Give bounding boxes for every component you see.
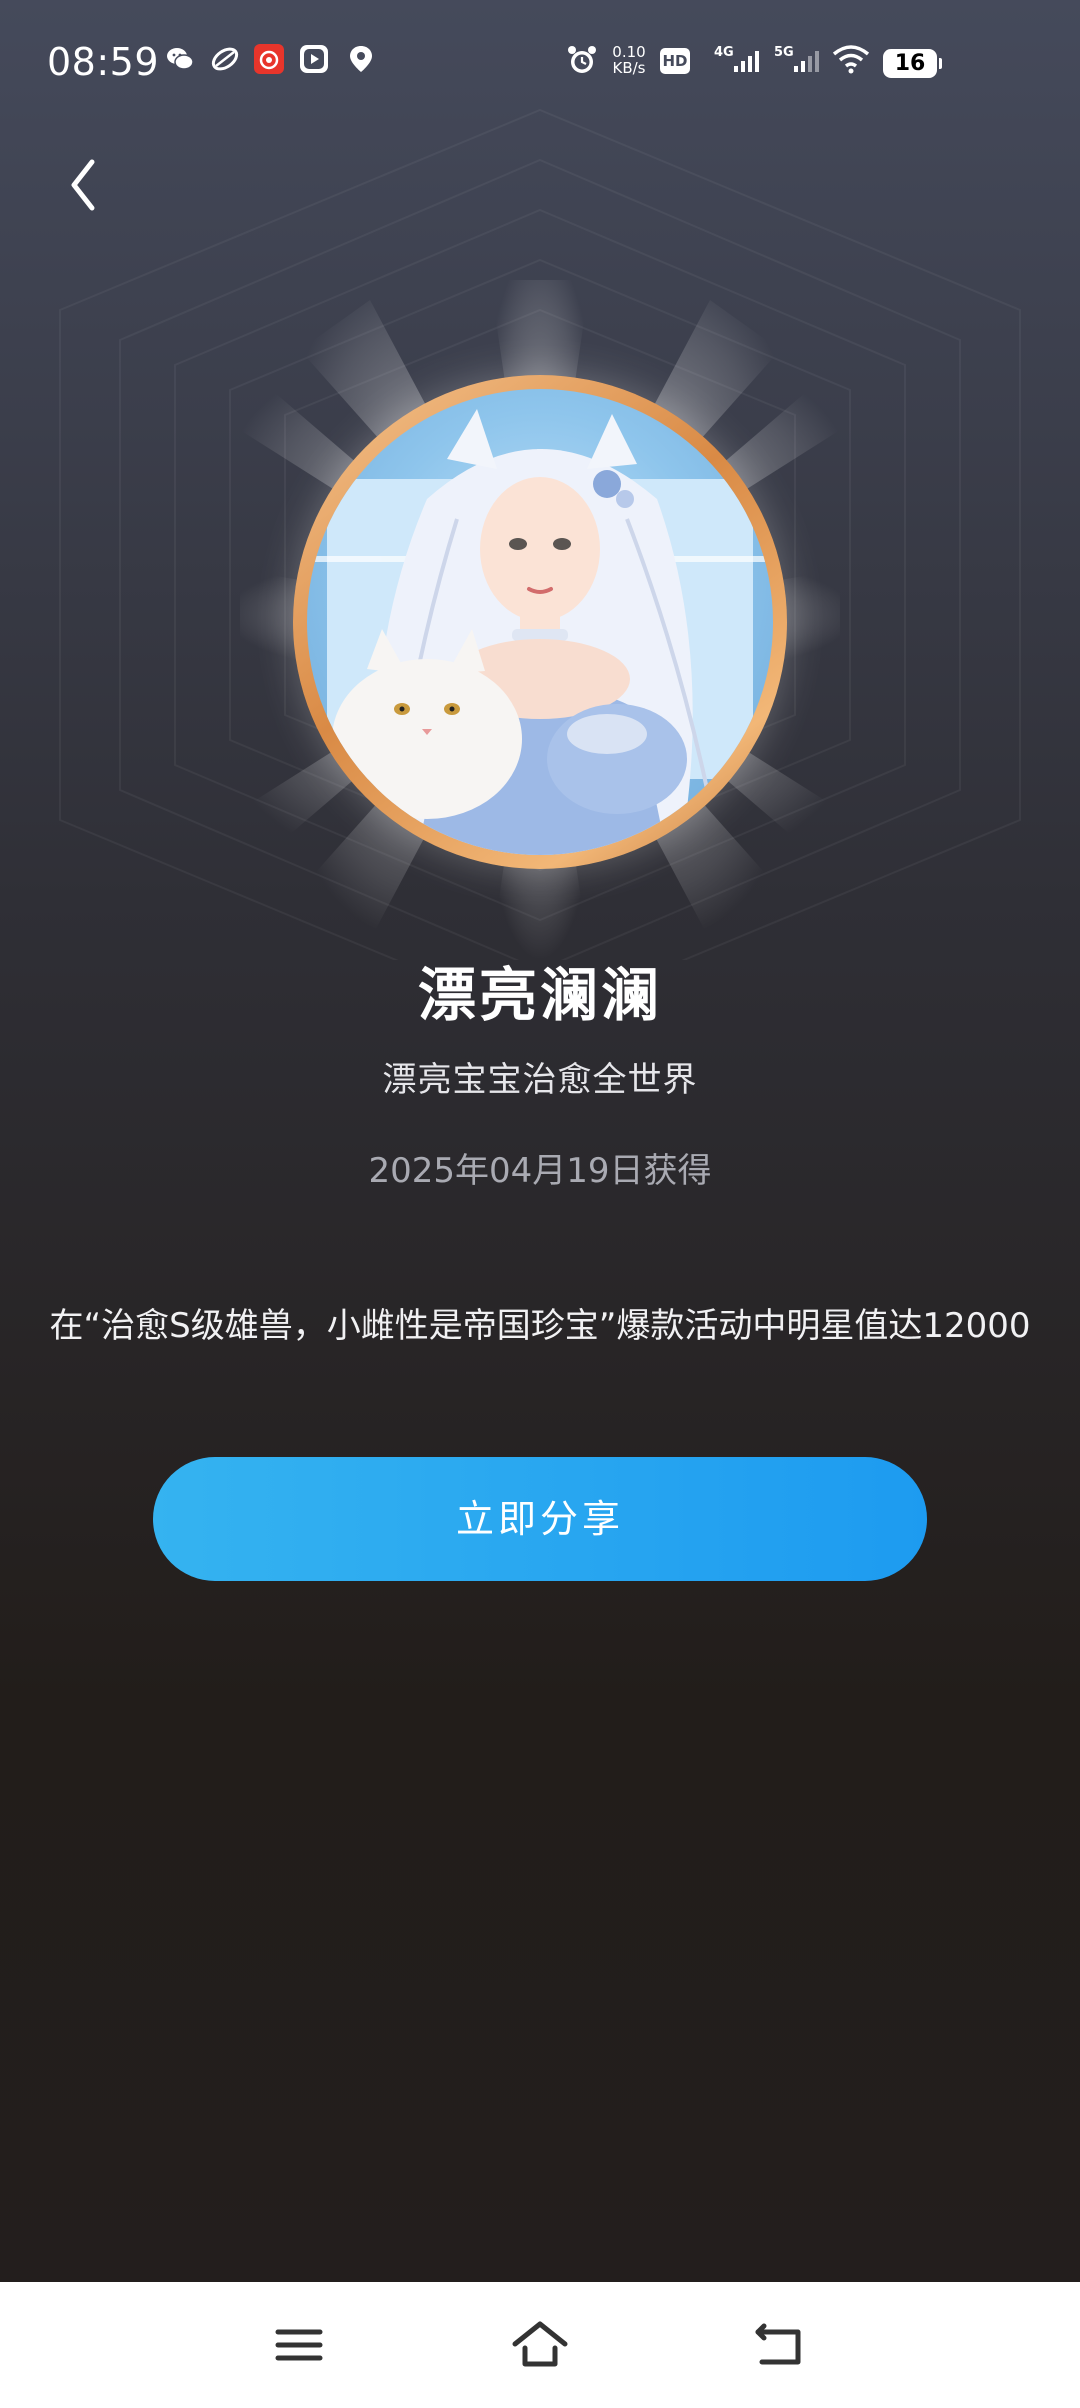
network-speed-value: 0.10: [612, 43, 646, 61]
badge-subtitle: 漂亮宝宝治愈全世界: [382, 1060, 698, 1100]
badge-avatar: [293, 375, 787, 869]
badge-obtained-date: 2025年04月19日获得: [368, 1151, 712, 1191]
share-now-button[interactable]: 立即分享: [153, 1457, 927, 1581]
home-icon[interactable]: [507, 2312, 573, 2378]
system-nav-bar: [0, 2282, 1080, 2408]
girl-with-cat-illustration: [307, 409, 773, 855]
badge-detail-screen: 08:59 0.10 KB/s HD 4G 5G 16 漂亮澜澜 漂亮宝宝治愈全…: [0, 0, 1080, 2408]
menu-icon[interactable]: [266, 2312, 332, 2378]
badge-description: 在“治愈S级雄兽，小雌性是帝国珍宝”爆款活动中明星值达12000: [49, 1306, 1031, 1346]
badge-title: 漂亮澜澜: [417, 961, 662, 1029]
sim-4g-label: 4G: [714, 45, 734, 60]
back-icon[interactable]: [748, 2312, 814, 2378]
avatar-image: [307, 389, 773, 855]
sim-5g-label: 5G: [774, 45, 794, 60]
